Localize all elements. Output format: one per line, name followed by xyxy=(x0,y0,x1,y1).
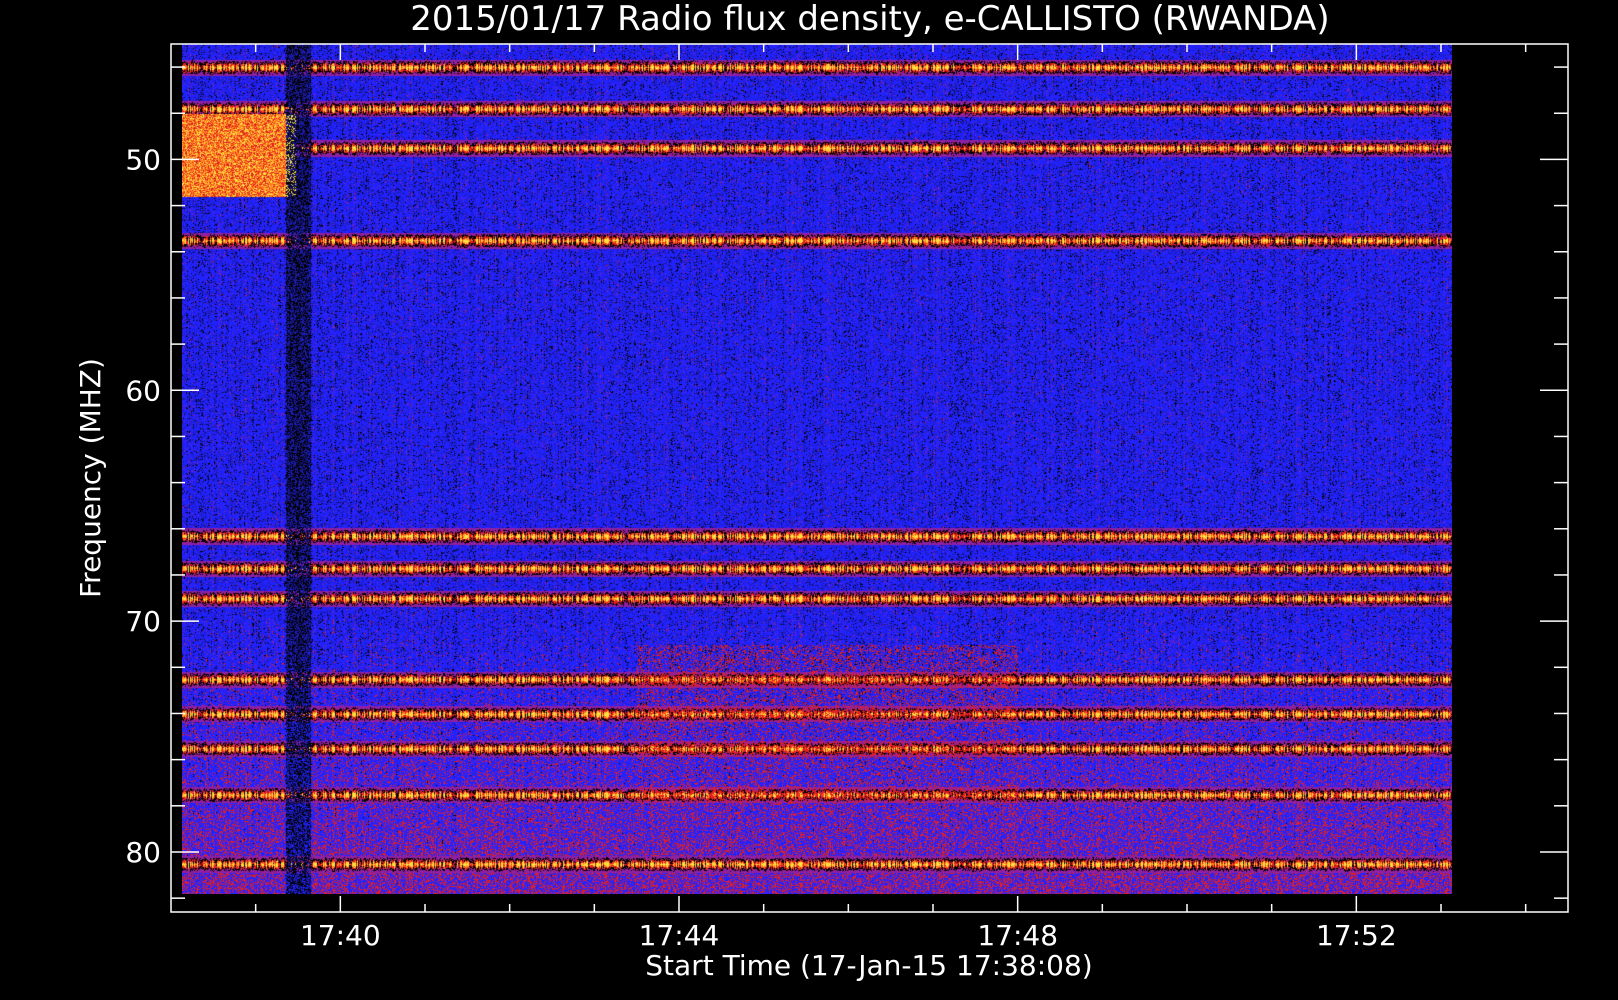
x-tick-label: 17:52 xyxy=(1316,919,1397,952)
chart-title: 2015/01/17 Radio flux density, e-CALLIST… xyxy=(410,0,1329,39)
spectrogram-heatmap xyxy=(182,44,1453,894)
spectrogram-figure: 2015/01/17 Radio flux density, e-CALLIST… xyxy=(0,0,1618,1000)
x-axis-label: Start Time (17-Jan-15 17:38:08) xyxy=(645,949,1092,982)
x-tick-label: 17:44 xyxy=(639,919,720,952)
x-tick-label: 17:48 xyxy=(977,919,1058,952)
y-tick-label: 80 xyxy=(125,836,161,869)
spectrogram-raster xyxy=(182,44,1453,894)
y-axis-label: Frequency (MHZ) xyxy=(74,358,107,598)
y-tick-label: 60 xyxy=(125,374,161,407)
y-tick-label: 50 xyxy=(125,143,161,176)
y-tick-label: 70 xyxy=(125,605,161,638)
x-tick-label: 17:40 xyxy=(300,919,381,952)
